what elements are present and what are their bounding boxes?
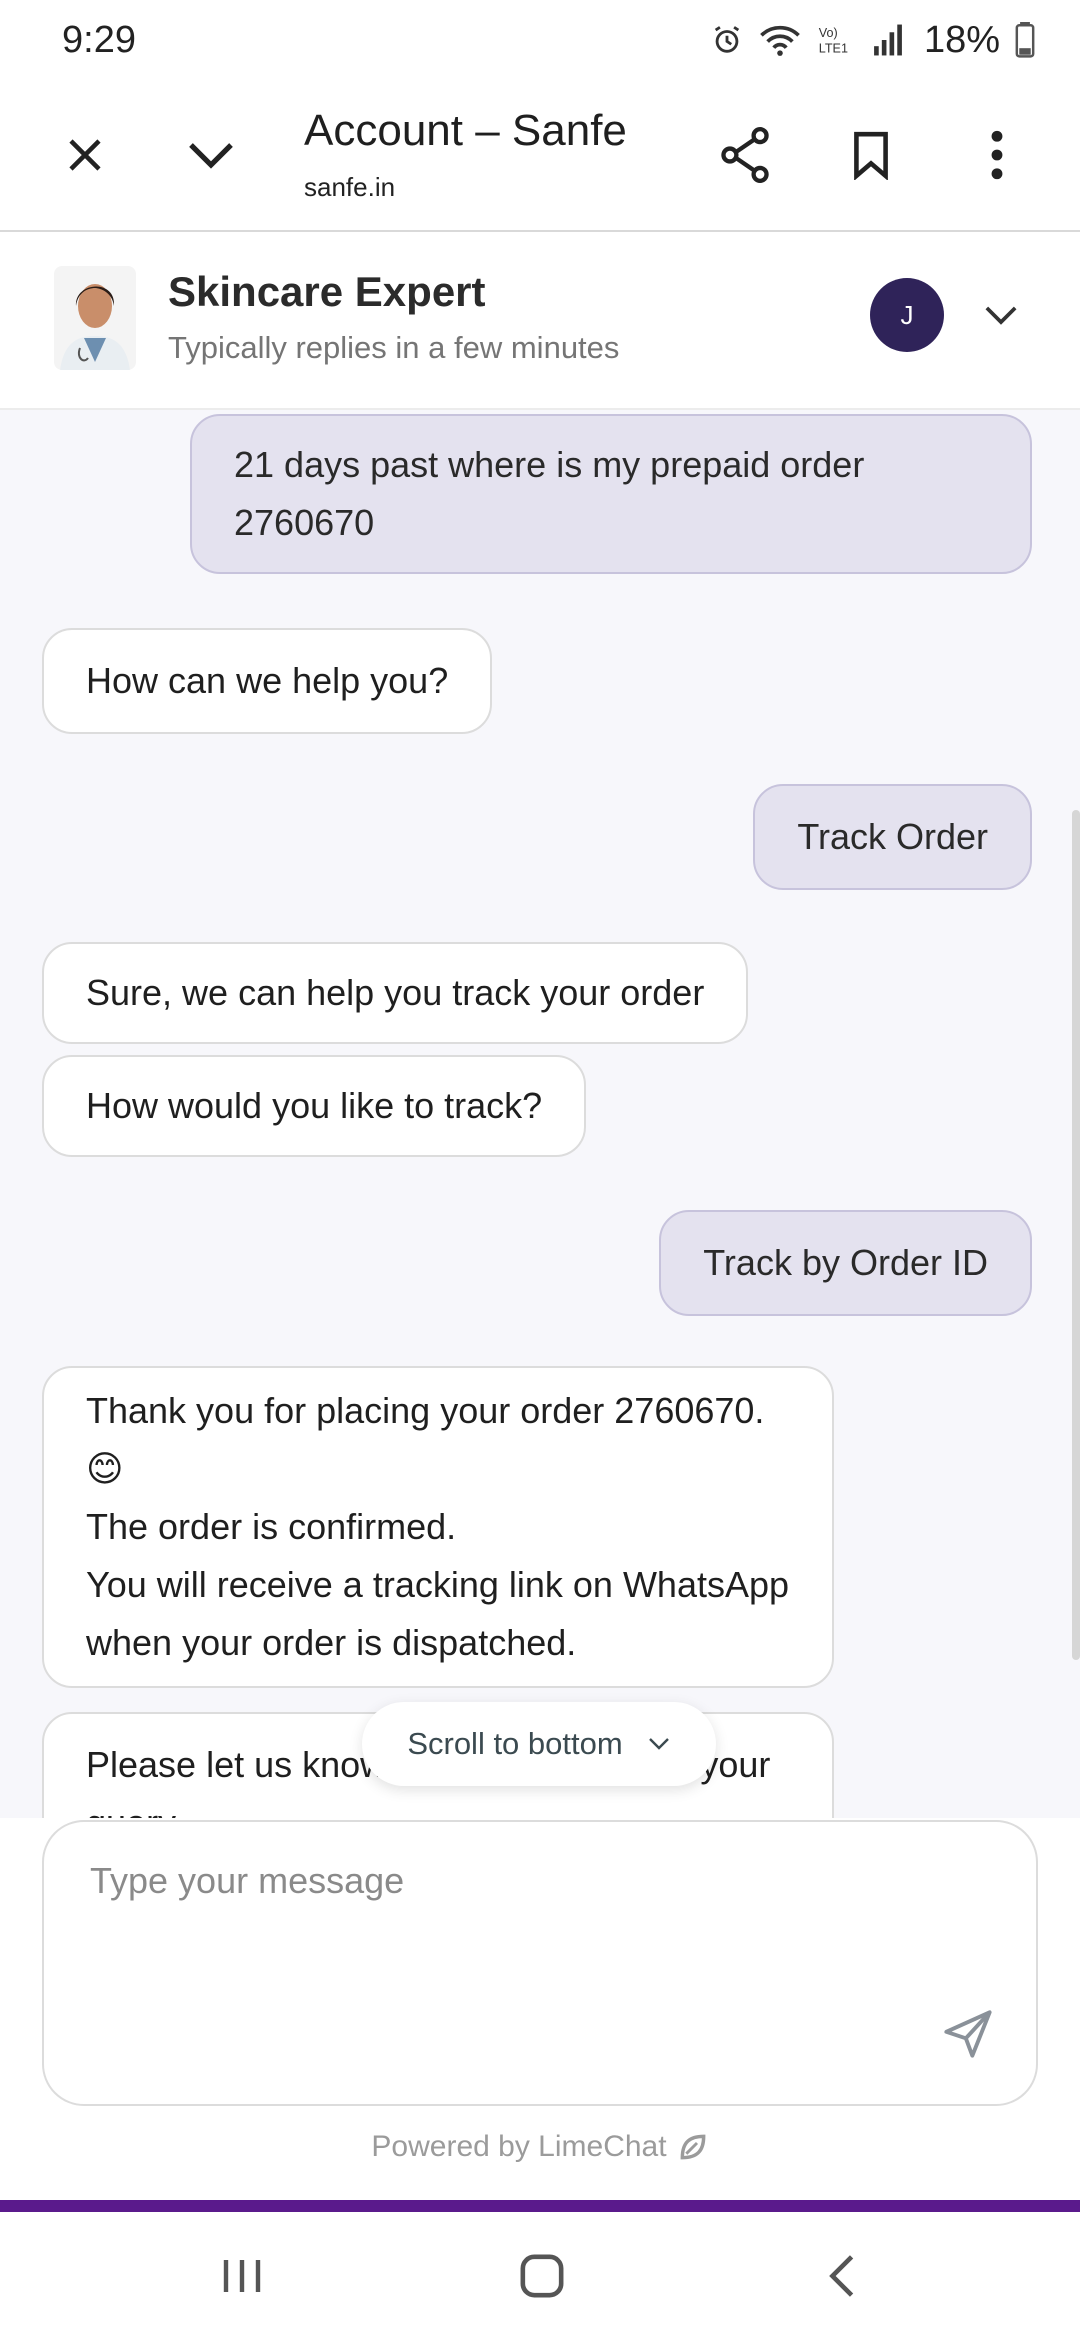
bookmark-button[interactable] [826, 110, 916, 200]
bot-message: How can we help you? [42, 628, 493, 734]
send-icon [944, 2010, 992, 2058]
status-time: 9:29 [62, 18, 136, 61]
user-message: Track by Order ID [659, 1210, 1032, 1316]
message-composer [42, 1820, 1038, 2106]
recent-apps-icon [223, 2260, 261, 2292]
footer-accent-bar [0, 2200, 1080, 2212]
user-message: 21 days past where is my prepaid order 2… [190, 414, 1032, 574]
home-button[interactable] [492, 2236, 592, 2316]
limechat-logo-icon [680, 2134, 705, 2160]
system-nav-bar [0, 2212, 1080, 2340]
more-vertical-icon [991, 130, 1003, 180]
svg-text:LTE1: LTE1 [819, 42, 848, 56]
doctor-avatar-icon [54, 266, 136, 370]
close-tab-button[interactable] [40, 110, 130, 200]
wifi-icon [760, 25, 800, 56]
battery-percent: 18% [923, 18, 1000, 61]
recent-apps-button[interactable] [192, 2236, 292, 2316]
powered-by-label: Powered by LimeChat [371, 2130, 667, 2163]
chat-header: Skincare Expert Typically replies in a f… [0, 232, 1080, 410]
signal-icon [874, 24, 902, 56]
bot-message: How would you like to track? [42, 1055, 587, 1157]
chevron-down-icon [189, 143, 233, 169]
minimize-button[interactable] [166, 110, 256, 200]
user-message: Track Order [753, 784, 1032, 890]
chat-messages[interactable]: 21 days past where is my prepaid order 2… [0, 410, 1080, 1818]
scroll-to-bottom-button[interactable]: Scroll to bottom [362, 1702, 716, 1786]
bookmark-icon [854, 131, 888, 180]
share-icon [721, 127, 769, 183]
message-input[interactable] [90, 1860, 910, 2060]
battery-icon [1015, 22, 1035, 58]
send-button[interactable] [928, 1994, 1008, 2074]
collapse-chat-button[interactable] [968, 272, 1034, 358]
close-icon [69, 139, 101, 171]
chat-agent-name: Skincare Expert [168, 268, 486, 315]
status-bar: 9:29 Vo) LTE1 18% [0, 0, 1080, 80]
browser-toolbar: Account – Sanfe sanfe.in [0, 80, 1080, 232]
expert-avatar [54, 266, 136, 370]
powered-by[interactable]: Powered by LimeChat [0, 2130, 1080, 2164]
share-button[interactable] [700, 110, 790, 200]
alarm-icon [714, 26, 740, 53]
bot-message: Sure, we can help you track your order [42, 942, 749, 1044]
page-title: Account – Sanfe [304, 106, 627, 155]
chevron-down-icon [648, 1738, 669, 1750]
chat-agent-status: Typically replies in a few minutes [168, 330, 620, 365]
scroll-to-bottom-label: Scroll to bottom [407, 1726, 623, 1761]
user-avatar[interactable]: J [870, 278, 944, 352]
chat-scrollbar[interactable] [1072, 810, 1080, 1660]
home-icon [520, 2254, 564, 2298]
back-icon [829, 2255, 854, 2297]
more-options-button[interactable] [952, 110, 1042, 200]
svg-text:Vo): Vo) [819, 26, 838, 40]
back-button[interactable] [792, 2236, 892, 2316]
volte-icon: Vo) LTE1 [819, 26, 848, 56]
page-url: sanfe.in [304, 172, 396, 202]
bot-message: Thank you for placing your order 2760670… [42, 1366, 834, 1688]
chevron-down-icon [985, 306, 1017, 325]
status-icons: Vo) LTE1 18% [710, 19, 1036, 62]
